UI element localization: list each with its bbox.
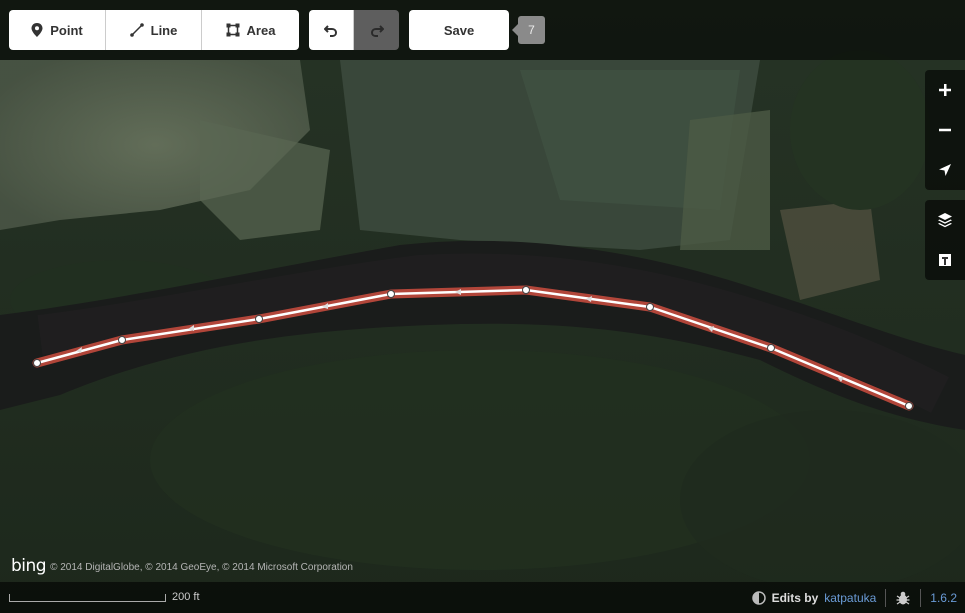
scale-bar[interactable] (9, 594, 166, 602)
layers-icon (938, 213, 952, 228)
add-area-button[interactable]: Area (202, 10, 299, 50)
scale-label: 200 ft (172, 591, 200, 603)
edits-by-label: Edits by (771, 591, 819, 605)
undo-button[interactable] (309, 10, 354, 50)
edits-user-link[interactable]: katpatuka (824, 591, 876, 605)
plus-icon (939, 84, 951, 96)
zoom-out-button[interactable] (925, 110, 965, 150)
footer-divider (885, 589, 887, 607)
history-panel-icon[interactable] (751, 591, 766, 605)
footer-info: Edits by katpatuka 1.6.2 (751, 589, 957, 607)
add-line-button[interactable]: Line (106, 10, 202, 50)
layer-controls (925, 200, 965, 280)
redo-button[interactable] (354, 10, 399, 50)
top-toolbar: Point Line Area Save 7 (0, 0, 965, 60)
background-layers-button[interactable] (925, 200, 965, 240)
history-group (309, 10, 399, 50)
add-point-label: Point (50, 22, 83, 38)
minus-icon (939, 128, 951, 132)
zoom-in-button[interactable] (925, 70, 965, 110)
map-data-button[interactable] (925, 240, 965, 280)
map-view[interactable] (0, 0, 965, 613)
waterway-line[interactable] (0, 0, 965, 613)
redo-icon (370, 25, 384, 37)
undo-icon (324, 25, 338, 37)
location-arrow-icon (939, 164, 951, 176)
bug-icon[interactable] (895, 590, 911, 606)
line-icon (129, 23, 144, 37)
area-icon (226, 23, 240, 37)
footer-divider (920, 589, 922, 607)
edit-count: 7 (528, 23, 535, 37)
footer-bar: 200 ft Edits by katpatuka 1.6.2 (0, 582, 965, 613)
imagery-attribution: bing © 2014 DigitalGlobe, © 2014 GeoEye,… (11, 556, 353, 576)
map-pin-icon (31, 23, 43, 37)
save-label: Save (443, 22, 475, 38)
edit-count-badge: 7 (512, 16, 545, 44)
add-line-label: Line (150, 22, 178, 38)
add-area-label: Area (246, 22, 276, 38)
bing-logo[interactable]: bing (11, 556, 47, 576)
add-point-button[interactable]: Point (9, 10, 106, 50)
version-link[interactable]: 1.6.2 (930, 591, 957, 605)
map-data-icon (939, 254, 951, 266)
zoom-controls (925, 70, 965, 190)
attribution-text: © 2014 DigitalGlobe, © 2014 GeoEye, © 20… (50, 562, 353, 573)
geolocate-button[interactable] (925, 150, 965, 190)
save-button[interactable]: Save (409, 10, 509, 50)
add-feature-group: Point Line Area (9, 10, 299, 50)
